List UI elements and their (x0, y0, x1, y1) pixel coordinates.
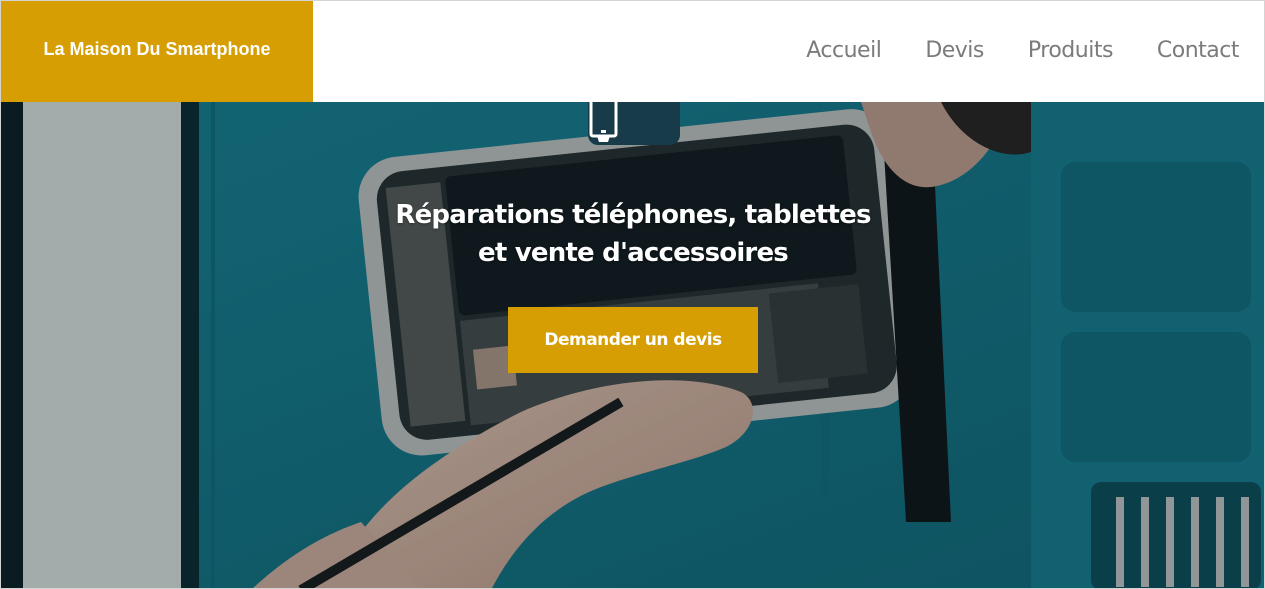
logo[interactable]: La Maison Du Smartphone (1, 1, 313, 102)
logo-text: La Maison Du Smartphone (43, 39, 271, 59)
hero-section: Réparations téléphones, tablettes et ven… (1, 102, 1264, 588)
nav-item-devis[interactable]: Devis (925, 38, 984, 65)
page: La Maison Du Smartphone Accueil Devis Pr… (0, 0, 1265, 589)
hero-title-line-2: et vente d'accessoires (478, 238, 789, 268)
nav-item-produits[interactable]: Produits (1028, 38, 1114, 65)
smartphone-icon-badge (588, 102, 680, 145)
site-header: La Maison Du Smartphone Accueil Devis Pr… (1, 1, 1264, 102)
hero-title: Réparations téléphones, tablettes et ven… (333, 196, 933, 272)
nav-item-accueil[interactable]: Accueil (806, 38, 882, 65)
nav-item-contact[interactable]: Contact (1157, 38, 1240, 65)
hero-title-line-1: Réparations téléphones, tablettes (395, 200, 871, 230)
request-quote-button[interactable]: Demander un devis (508, 307, 758, 373)
smartphone-icon (589, 102, 618, 142)
main-nav: Accueil Devis Produits Contact (762, 1, 1239, 102)
